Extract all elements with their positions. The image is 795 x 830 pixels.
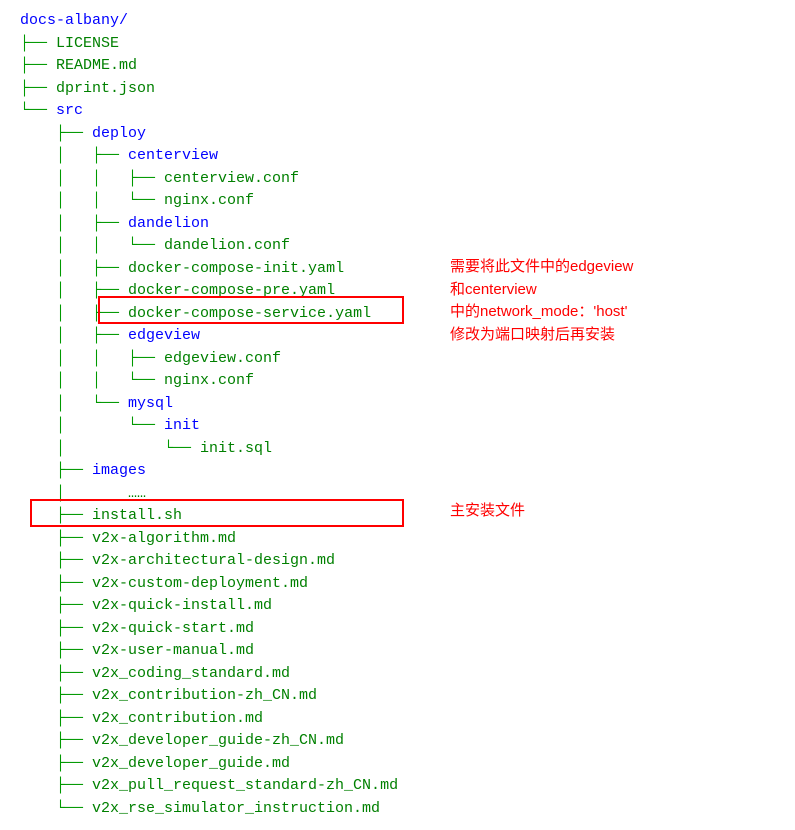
file-centerview-conf: │ │ ├── centerview.conf: [20, 168, 775, 191]
annotation-install-note: 主安装文件: [450, 500, 525, 523]
annotation-service-note: 需要将此文件中的edgeview 和centerview 中的network_m…: [450, 256, 633, 346]
file-v2x-rse: └── v2x_rse_simulator_instruction.md: [20, 798, 775, 821]
file-tree: docs-albany/ ├── LICENSE ├── README.md ├…: [20, 10, 775, 820]
file-dandelion-conf: │ │ └── dandelion.conf: [20, 235, 775, 258]
folder-deploy: ├── deploy: [20, 123, 775, 146]
file-v2x-user-manual: ├── v2x-user-manual.md: [20, 640, 775, 663]
file-readme: ├── README.md: [20, 55, 775, 78]
file-v2x-contrib: ├── v2x_contribution.md: [20, 708, 775, 731]
folder-edgeview: │ ├── edgeview: [20, 325, 775, 348]
ellipsis: │ ……: [20, 483, 775, 506]
file-dc-pre: │ ├── docker-compose-pre.yaml: [20, 280, 775, 303]
folder-dandelion: │ ├── dandelion: [20, 213, 775, 236]
folder-src: └── src: [20, 100, 775, 123]
folder-mysql-init: │ └── init: [20, 415, 775, 438]
file-v2x-algorithm: ├── v2x-algorithm.md: [20, 528, 775, 551]
file-centerview-nginx: │ │ └── nginx.conf: [20, 190, 775, 213]
file-dc-service: │ ├── docker-compose-service.yaml: [20, 303, 775, 326]
file-v2x-pr: ├── v2x_pull_request_standard-zh_CN.md: [20, 775, 775, 798]
file-v2x-dev: ├── v2x_developer_guide.md: [20, 753, 775, 776]
file-license: ├── LICENSE: [20, 33, 775, 56]
file-v2x-arch: ├── v2x-architectural-design.md: [20, 550, 775, 573]
file-v2x-quick-install: ├── v2x-quick-install.md: [20, 595, 775, 618]
file-v2x-custom: ├── v2x-custom-deployment.md: [20, 573, 775, 596]
folder-centerview: │ ├── centerview: [20, 145, 775, 168]
file-init-sql: │ └── init.sql: [20, 438, 775, 461]
file-edgeview-nginx: │ │ └── nginx.conf: [20, 370, 775, 393]
folder-mysql: │ └── mysql: [20, 393, 775, 416]
file-v2x-coding: ├── v2x_coding_standard.md: [20, 663, 775, 686]
file-install: ├── install.sh: [20, 505, 775, 528]
file-edgeview-conf: │ │ ├── edgeview.conf: [20, 348, 775, 371]
root-folder: docs-albany/: [20, 10, 775, 33]
folder-images: ├── images: [20, 460, 775, 483]
file-v2x-contrib-cn: ├── v2x_contribution-zh_CN.md: [20, 685, 775, 708]
file-dc-init: │ ├── docker-compose-init.yaml: [20, 258, 775, 281]
file-v2x-dev-cn: ├── v2x_developer_guide-zh_CN.md: [20, 730, 775, 753]
file-dprint: ├── dprint.json: [20, 78, 775, 101]
file-v2x-quick-start: ├── v2x-quick-start.md: [20, 618, 775, 641]
